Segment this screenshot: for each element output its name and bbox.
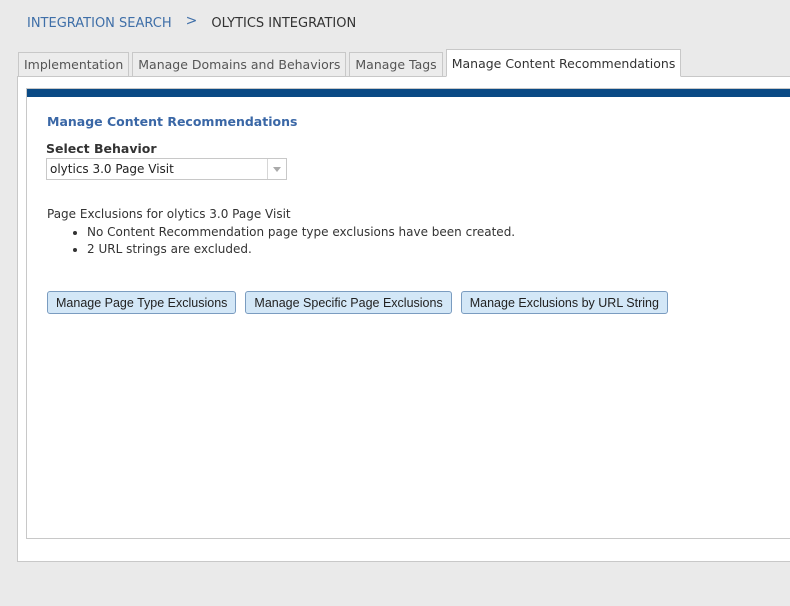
breadcrumb-separator: > [185,13,198,29]
tab-bar: Implementation Manage Domains and Behavi… [18,49,682,77]
select-behavior-value: olytics 3.0 Page Visit [50,162,174,176]
manage-specific-page-exclusions-button[interactable]: Manage Specific Page Exclusions [245,291,452,314]
manage-page-type-exclusions-button[interactable]: Manage Page Type Exclusions [47,291,237,314]
chevron-down-icon[interactable] [267,159,286,179]
exclusions-list: No Content Recommendation page type excl… [67,224,515,258]
content-recommendations-panel: Manage Content Recommendations Select Be… [26,88,790,539]
panel-header-bar [27,89,790,97]
exclusions-heading: Page Exclusions for olytics 3.0 Page Vis… [47,207,291,221]
list-item: 2 URL strings are excluded. [87,241,515,258]
tab-manage-domains-and-behaviors[interactable]: Manage Domains and Behaviors [132,52,347,77]
breadcrumb: INTEGRATION SEARCH > OLYTICS INTEGRATION [27,13,357,31]
list-item: No Content Recommendation page type excl… [87,224,515,241]
select-behavior-dropdown[interactable]: olytics 3.0 Page Visit [46,158,287,180]
manage-exclusions-by-url-string-button[interactable]: Manage Exclusions by URL String [460,291,668,314]
tab-manage-tags[interactable]: Manage Tags [349,52,443,77]
tab-implementation[interactable]: Implementation [18,52,130,77]
breadcrumb-integration-search-link[interactable]: INTEGRATION SEARCH [27,16,172,31]
tab-manage-content-recommendations[interactable]: Manage Content Recommendations [445,49,682,77]
exclusion-actions: Manage Page Type Exclusions Manage Speci… [47,291,668,314]
select-behavior-label: Select Behavior [46,141,157,156]
breadcrumb-current: OLYTICS INTEGRATION [211,15,357,31]
section-title: Manage Content Recommendations [47,114,298,129]
